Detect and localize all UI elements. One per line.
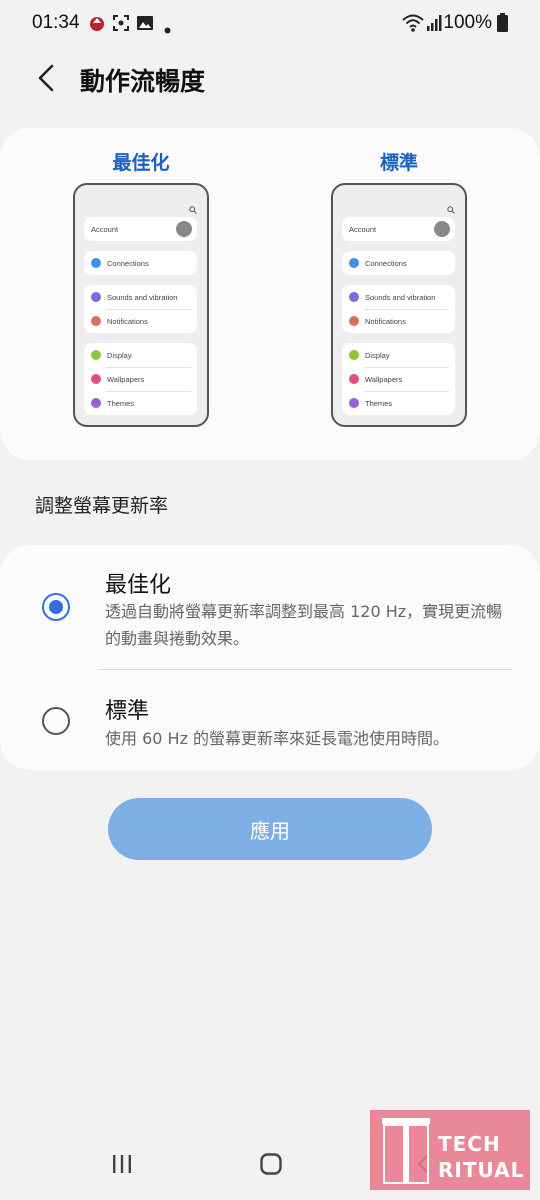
status-bar: 01:34 100% — [0, 0, 540, 46]
wallpaper-icon — [349, 374, 359, 384]
divider — [98, 669, 512, 670]
app-notification-icon — [88, 14, 106, 36]
more-notifications-dot-icon — [164, 19, 171, 38]
notification-icon — [349, 316, 359, 326]
mini-connections-group: Connections — [342, 251, 455, 275]
mini-account-group: Account — [342, 217, 455, 241]
mini-display-label: Display — [107, 350, 132, 360]
watermark-logo: TECH RITUAL — [370, 1110, 530, 1190]
option-optimized-title: 最佳化 — [105, 573, 172, 598]
option-optimized-description: 透過自動將螢幕更新率調整到最高 120 Hz，實現更流暢的動畫與捲動效果。 — [105, 602, 503, 648]
phone-mockup: Account Connections Sounds and vibration… — [73, 183, 209, 427]
section-label-refresh-rate: 調整螢幕更新率 — [35, 495, 169, 517]
themes-icon — [349, 398, 359, 408]
recent-apps-icon — [113, 1155, 131, 1173]
mini-display-group: Display Wallpapers Themes — [84, 343, 197, 415]
recent-apps-button[interactable] — [110, 1152, 134, 1176]
gallery-icon — [136, 14, 154, 36]
mini-connections-group: Connections — [84, 251, 197, 275]
apply-button[interactable]: 應用 — [108, 798, 432, 860]
mini-notifications-label: Notifications — [365, 316, 406, 326]
wifi-icon — [91, 258, 101, 268]
radio-optimized[interactable] — [42, 593, 70, 621]
signal-icon — [426, 14, 442, 36]
search-icon — [447, 199, 455, 218]
wifi-icon — [349, 258, 359, 268]
avatar-icon — [434, 221, 450, 237]
mini-themes-label: Themes — [107, 398, 135, 408]
mini-account-label: Account — [91, 224, 119, 234]
mini-sounds-label: Sounds and vibration — [107, 292, 178, 302]
option-standard-title: 標準 — [105, 699, 150, 724]
notification-icon — [91, 316, 101, 326]
mini-account-group: Account — [84, 217, 197, 241]
phone-mockup: Account Connections Sounds and vibration… — [331, 183, 467, 427]
avatar-icon — [176, 221, 192, 237]
home-icon — [260, 1153, 282, 1175]
preview-standard: 標準 Account Connections Sounds and vibrat… — [331, 148, 467, 427]
mini-sound-group: Sounds and vibration Notifications — [342, 285, 455, 333]
battery-icon — [497, 13, 508, 36]
option-standard-description: 使用 60 Hz 的螢幕更新率來延長電池使用時間。 — [105, 729, 450, 748]
display-icon — [91, 350, 101, 360]
watermark-text-tech: TECH — [438, 1132, 501, 1156]
status-time: 01:34 — [32, 12, 80, 33]
preview-label-standard: 標準 — [379, 152, 418, 174]
sound-icon — [349, 292, 359, 302]
display-icon — [349, 350, 359, 360]
screen-record-icon — [112, 14, 130, 36]
battery-percent: 100% — [443, 12, 492, 33]
mini-sound-group: Sounds and vibration Notifications — [84, 285, 197, 333]
mini-display-group: Display Wallpapers Themes — [342, 343, 455, 415]
sound-icon — [91, 292, 101, 302]
page-title: 動作流暢度 — [80, 67, 206, 96]
mini-themes-label: Themes — [365, 398, 393, 408]
watermark-text-ritual: RITUAL — [438, 1158, 525, 1182]
mini-account-label: Account — [349, 224, 377, 234]
mini-wallpapers-label: Wallpapers — [365, 374, 403, 384]
radio-standard[interactable] — [42, 707, 70, 735]
back-button[interactable] — [28, 60, 64, 96]
wifi-icon — [402, 14, 424, 36]
mini-wallpapers-label: Wallpapers — [107, 374, 145, 384]
themes-icon — [91, 398, 101, 408]
preview-label-optimized: 最佳化 — [112, 152, 170, 174]
mini-connections-label: Connections — [107, 258, 149, 268]
search-icon — [189, 199, 197, 218]
mini-display-label: Display — [365, 350, 390, 360]
home-button[interactable] — [259, 1152, 283, 1176]
tech-ritual-logo-icon — [382, 1118, 430, 1184]
mini-connections-label: Connections — [365, 258, 407, 268]
mini-notifications-label: Notifications — [107, 316, 148, 326]
refresh-rate-options: 最佳化 透過自動將螢幕更新率調整到最高 120 Hz，實現更流暢的動畫與捲動效果… — [0, 545, 540, 770]
mini-sounds-label: Sounds and vibration — [365, 292, 436, 302]
wallpaper-icon — [91, 374, 101, 384]
chevron-left-icon — [38, 64, 54, 92]
preview-card: 最佳化 Account Connections Sounds and vibra… — [0, 128, 540, 460]
preview-optimized: 最佳化 Account Connections Sounds and vibra… — [73, 148, 209, 427]
